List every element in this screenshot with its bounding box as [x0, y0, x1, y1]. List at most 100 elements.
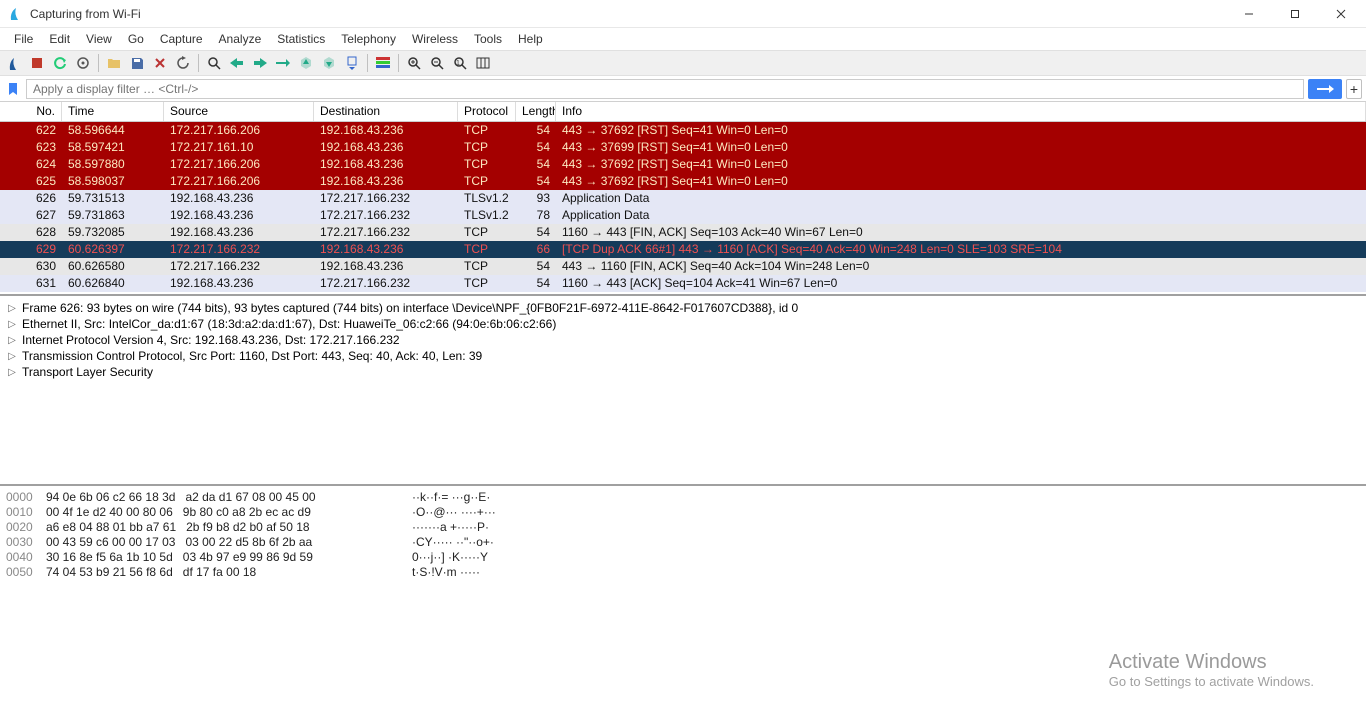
detail-tree-item[interactable]: ▷Frame 626: 93 bytes on wire (744 bits),… — [2, 300, 1364, 316]
menu-bar: File Edit View Go Capture Analyze Statis… — [0, 28, 1366, 50]
menu-edit[interactable]: Edit — [41, 30, 78, 48]
col-protocol[interactable]: Protocol — [458, 102, 516, 121]
apply-filter-button[interactable] — [1308, 79, 1342, 99]
cell-info: 443 → 37699 [RST] Seq=41 Win=0 Len=0 — [556, 139, 1366, 156]
hex-line[interactable]: 004030 16 8e f5 6a 1b 10 5d 03 4b 97 e9 … — [2, 550, 1364, 565]
cell-protocol: TCP — [458, 292, 516, 294]
menu-go[interactable]: Go — [120, 30, 152, 48]
cell-source: 192.168.43.236 — [164, 190, 314, 207]
menu-telephony[interactable]: Telephony — [333, 30, 404, 48]
restart-capture-icon[interactable] — [50, 53, 70, 73]
packet-list-pane[interactable]: No. Time Source Destination Protocol Len… — [0, 102, 1366, 296]
find-packet-icon[interactable] — [204, 53, 224, 73]
menu-view[interactable]: View — [78, 30, 120, 48]
col-info[interactable]: Info — [556, 102, 1366, 121]
col-source[interactable]: Source — [164, 102, 314, 121]
detail-tree-item[interactable]: ▷Internet Protocol Version 4, Src: 192.1… — [2, 332, 1364, 348]
packet-row[interactable]: 63160.626840192.168.43.236172.217.166.23… — [0, 275, 1366, 292]
start-capture-icon[interactable] — [4, 53, 24, 73]
cell-source: 172.217.166.232 — [164, 241, 314, 258]
auto-scroll-icon[interactable] — [342, 53, 362, 73]
windows-activation-watermark: Activate Windows Go to Settings to activ… — [1109, 651, 1314, 689]
cell-destination: 192.168.43.236 — [314, 173, 458, 190]
packet-row[interactable]: 62258.596644172.217.166.206192.168.43.23… — [0, 122, 1366, 139]
reload-icon[interactable] — [173, 53, 193, 73]
expand-icon[interactable]: ▷ — [6, 351, 18, 362]
cell-length: 54 — [516, 258, 556, 275]
packet-row[interactable]: 63060.626580172.217.166.232192.168.43.23… — [0, 258, 1366, 275]
expand-icon[interactable]: ▷ — [6, 319, 18, 330]
go-back-icon[interactable] — [227, 53, 247, 73]
cell-destination: 172.217.166.232 — [314, 224, 458, 241]
cell-time: 58.597421 — [62, 139, 164, 156]
menu-analyze[interactable]: Analyze — [211, 30, 270, 48]
expand-icon[interactable]: ▷ — [6, 335, 18, 346]
cell-no: 629 — [0, 241, 62, 258]
menu-file[interactable]: File — [6, 30, 41, 48]
resize-columns-icon[interactable] — [473, 53, 493, 73]
cell-source: 172.217.166.232 — [164, 292, 314, 294]
menu-capture[interactable]: Capture — [152, 30, 211, 48]
hex-offset: 0010 — [2, 505, 46, 520]
col-length[interactable]: Length — [516, 102, 556, 121]
hex-ascii: 0···j··] ·K·····Y — [412, 550, 488, 565]
minimize-button[interactable] — [1226, 0, 1272, 28]
menu-statistics[interactable]: Statistics — [269, 30, 333, 48]
hex-line[interactable]: 003000 43 59 c6 00 00 17 03 03 00 22 d5 … — [2, 535, 1364, 550]
zoom-in-icon[interactable] — [404, 53, 424, 73]
cell-info: 443 → 37692 [RST] Seq=41 Win=0 Len=0 — [556, 122, 1366, 139]
packet-row[interactable]: 63260.627657172.217.166.232192.168.43.23… — [0, 292, 1366, 294]
go-first-icon[interactable] — [296, 53, 316, 73]
hex-line[interactable]: 005074 04 53 b9 21 56 f8 6d df 17 fa 00 … — [2, 565, 1364, 580]
hex-line[interactable]: 0020a6 e8 04 88 01 bb a7 61 2b f9 b8 d2 … — [2, 520, 1364, 535]
maximize-button[interactable] — [1272, 0, 1318, 28]
hex-line[interactable]: 000094 0e 6b 06 c2 66 18 3d a2 da d1 67 … — [2, 490, 1364, 505]
detail-text: Transmission Control Protocol, Src Port:… — [22, 349, 482, 363]
expand-icon[interactable]: ▷ — [6, 303, 18, 314]
packet-row[interactable]: 62558.598037172.217.166.206192.168.43.23… — [0, 173, 1366, 190]
hex-line[interactable]: 001000 4f 1e d2 40 00 80 06 9b 80 c0 a8 … — [2, 505, 1364, 520]
capture-options-icon[interactable] — [73, 53, 93, 73]
packet-row[interactable]: 62659.731513192.168.43.236172.217.166.23… — [0, 190, 1366, 207]
bookmark-icon[interactable] — [4, 80, 22, 98]
detail-tree-item[interactable]: ▷Ethernet II, Src: IntelCor_da:d1:67 (18… — [2, 316, 1364, 332]
hex-ascii: t·S·!V·m ····· — [412, 565, 480, 580]
open-file-icon[interactable] — [104, 53, 124, 73]
packet-row[interactable]: 62759.731863192.168.43.236172.217.166.23… — [0, 207, 1366, 224]
add-filter-button[interactable]: + — [1346, 79, 1362, 99]
packet-details-pane[interactable]: ▷Frame 626: 93 bytes on wire (744 bits),… — [0, 296, 1366, 486]
go-last-icon[interactable] — [319, 53, 339, 73]
packet-row[interactable]: 62358.597421172.217.161.10192.168.43.236… — [0, 139, 1366, 156]
cell-protocol: TCP — [458, 173, 516, 190]
cell-length: 54 — [516, 139, 556, 156]
menu-wireless[interactable]: Wireless — [404, 30, 466, 48]
col-no[interactable]: No. — [0, 102, 62, 121]
col-destination[interactable]: Destination — [314, 102, 458, 121]
go-forward-icon[interactable] — [250, 53, 270, 73]
zoom-reset-icon[interactable]: 1 — [450, 53, 470, 73]
save-file-icon[interactable] — [127, 53, 147, 73]
detail-tree-item[interactable]: ▷Transport Layer Security — [2, 364, 1364, 380]
cell-source: 172.217.166.232 — [164, 258, 314, 275]
go-to-packet-icon[interactable] — [273, 53, 293, 73]
menu-help[interactable]: Help — [510, 30, 551, 48]
detail-tree-item[interactable]: ▷ Transmission Control Protocol, Src Port… — [2, 348, 1364, 364]
packet-bytes-pane[interactable]: 000094 0e 6b 06 c2 66 18 3d a2 da d1 67 … — [0, 486, 1366, 584]
packet-row[interactable]: 62458.597880172.217.166.206192.168.43.23… — [0, 156, 1366, 173]
toolbar-separator — [198, 54, 199, 72]
display-filter-input[interactable] — [26, 79, 1304, 99]
stop-capture-icon[interactable] — [27, 53, 47, 73]
col-time[interactable]: Time — [62, 102, 164, 121]
cell-time: 58.597880 — [62, 156, 164, 173]
close-file-icon[interactable] — [150, 53, 170, 73]
colorize-icon[interactable] — [373, 53, 393, 73]
close-button[interactable] — [1318, 0, 1364, 28]
packet-row[interactable]: 62859.732085192.168.43.236172.217.166.23… — [0, 224, 1366, 241]
zoom-out-icon[interactable] — [427, 53, 447, 73]
cell-protocol: TCP — [458, 275, 516, 292]
menu-tools[interactable]: Tools — [466, 30, 510, 48]
packet-row[interactable]: 62960.626397172.217.166.232192.168.43.23… — [0, 241, 1366, 258]
cell-no: 632 — [0, 292, 62, 294]
expand-icon[interactable]: ▷ — [6, 367, 18, 378]
cell-source: 192.168.43.236 — [164, 207, 314, 224]
